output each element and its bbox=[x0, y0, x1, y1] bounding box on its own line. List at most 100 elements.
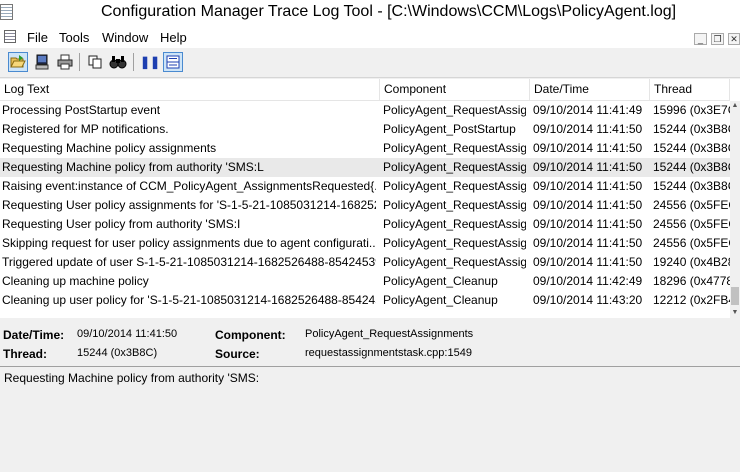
component-cell: PolicyAgent_RequestAssign bbox=[383, 217, 526, 231]
component-cell: PolicyAgent_Cleanup bbox=[383, 274, 498, 288]
log-row[interactable]: Requesting User policy assignments for '… bbox=[0, 196, 730, 215]
minimize-icon[interactable]: _ bbox=[694, 33, 707, 45]
document-menu-icon[interactable] bbox=[4, 30, 16, 43]
source-value: requestassignmentstask.cpp:1549 bbox=[305, 347, 472, 359]
log-row[interactable]: Requesting Machine policy assignments Po… bbox=[0, 139, 730, 158]
datetime-cell: 09/10/2014 11:41:50 bbox=[533, 217, 643, 231]
printer-icon bbox=[57, 54, 73, 70]
title-bar[interactable]: Configuration Manager Trace Log Tool - [… bbox=[0, 0, 740, 26]
datetime-cell: 09/10/2014 11:41:50 bbox=[533, 198, 643, 212]
log-rows: Processing PostStartup event PolicyAgent… bbox=[0, 101, 730, 310]
thread-cell: 15244 (0x3B8C bbox=[653, 122, 730, 136]
menu-help[interactable]: Help bbox=[160, 30, 187, 45]
scroll-thumb[interactable] bbox=[731, 287, 739, 305]
message-pane[interactable]: Requesting Machine policy from authority… bbox=[0, 366, 740, 472]
thread-cell: 24556 (0x5FEC bbox=[653, 198, 730, 212]
log-text-cell: Raising event:instance of CCM_PolicyAgen… bbox=[2, 179, 376, 193]
component-cell: PolicyAgent_RequestAssign bbox=[383, 179, 526, 193]
component-label: Component: bbox=[215, 328, 286, 342]
component-cell: PolicyAgent_RequestAssign bbox=[383, 160, 526, 174]
thread-cell: 15996 (0x3E7C bbox=[653, 103, 730, 117]
log-row[interactable]: Skipping request for user policy assignm… bbox=[0, 234, 730, 253]
scroll-down-icon[interactable]: ▼ bbox=[730, 308, 740, 318]
log-row[interactable]: Processing PostStartup event PolicyAgent… bbox=[0, 101, 730, 120]
copy-icon bbox=[88, 55, 102, 69]
thread-cell: 18296 (0x4778 bbox=[653, 274, 730, 288]
log-list-header: Log Text Component Date/Time Thread bbox=[0, 79, 730, 101]
thread-cell: 15244 (0x3B8C bbox=[653, 179, 730, 193]
thread-cell: 19240 (0x4B28 bbox=[653, 255, 730, 269]
open-folder-icon bbox=[10, 55, 26, 68]
thread-cell: 24556 (0x5FEC bbox=[653, 217, 730, 231]
datetime-cell: 09/10/2014 11:43:20 bbox=[533, 293, 643, 307]
datetime-label: Date/Time: bbox=[3, 328, 65, 342]
log-text-cell: Cleaning up user policy for 'S-1-5-21-10… bbox=[2, 293, 376, 307]
thread-label: Thread: bbox=[3, 347, 48, 361]
log-row-selected[interactable]: Requesting Machine policy from authority… bbox=[0, 158, 730, 177]
computer-icon bbox=[35, 54, 49, 70]
thread-cell: 15244 (0x3B8C bbox=[653, 141, 730, 155]
log-text-cell: Skipping request for user policy assignm… bbox=[2, 236, 376, 250]
component-cell: PolicyAgent_RequestAssign bbox=[383, 141, 526, 155]
find-button[interactable] bbox=[108, 52, 128, 72]
log-text-cell: Registered for MP notifications. bbox=[2, 122, 169, 136]
open-folder-button[interactable] bbox=[8, 52, 28, 72]
details-view-button[interactable] bbox=[163, 52, 183, 72]
window-title: Configuration Manager Trace Log Tool - [… bbox=[101, 3, 677, 20]
log-text-cell: Processing PostStartup event bbox=[2, 103, 161, 117]
menu-window[interactable]: Window bbox=[102, 30, 148, 45]
log-document-icon bbox=[0, 4, 13, 20]
datetime-cell: 09/10/2014 11:41:50 bbox=[533, 179, 643, 193]
thread-value: 15244 (0x3B8C) bbox=[77, 347, 158, 359]
datetime-cell: 09/10/2014 11:41:50 bbox=[533, 236, 643, 250]
column-header-datetime[interactable]: Date/Time bbox=[530, 79, 650, 100]
print-button[interactable] bbox=[55, 52, 75, 72]
column-header-thread[interactable]: Thread bbox=[650, 79, 730, 100]
toolbar: ❚❚ bbox=[0, 48, 740, 78]
log-row[interactable]: Requesting User policy from authority 'S… bbox=[0, 215, 730, 234]
menu-file[interactable]: File bbox=[27, 30, 48, 45]
close-icon[interactable]: ✕ bbox=[728, 33, 740, 45]
component-cell: PolicyAgent_RequestAssign bbox=[383, 255, 526, 269]
log-row[interactable]: Raising event:instance of CCM_PolicyAgen… bbox=[0, 177, 730, 196]
column-header-component[interactable]: Component bbox=[380, 79, 530, 100]
log-text-cell: Triggered update of user S-1-5-21-108503… bbox=[2, 255, 376, 269]
details-pane: Date/Time: 09/10/2014 11:41:50 Component… bbox=[0, 318, 740, 366]
log-row[interactable]: Triggered update of user S-1-5-21-108503… bbox=[0, 253, 730, 272]
component-cell: PolicyAgent_RequestAssign bbox=[383, 198, 526, 212]
log-row[interactable]: Cleaning up machine policy PolicyAgent_C… bbox=[0, 272, 730, 291]
log-text-cell: Cleaning up machine policy bbox=[2, 274, 149, 288]
thread-cell: 15244 (0x3B8C bbox=[653, 160, 730, 174]
datetime-cell: 09/10/2014 11:41:50 bbox=[533, 255, 643, 269]
menu-tools[interactable]: Tools bbox=[59, 30, 89, 45]
datetime-cell: 09/10/2014 11:41:50 bbox=[533, 160, 643, 174]
log-text-cell: Requesting Machine policy assignments bbox=[2, 141, 217, 155]
toolbar-separator bbox=[79, 53, 80, 71]
component-cell: PolicyAgent_RequestAssign bbox=[383, 236, 526, 250]
computer-button[interactable] bbox=[32, 52, 52, 72]
datetime-cell: 09/10/2014 11:41:50 bbox=[533, 141, 643, 155]
pause-button[interactable]: ❚❚ bbox=[140, 52, 160, 72]
vertical-scrollbar[interactable]: ▲ ▼ bbox=[730, 101, 740, 318]
log-list[interactable]: Log Text Component Date/Time Thread Proc… bbox=[0, 79, 740, 318]
component-cell: PolicyAgent_RequestAssign bbox=[383, 103, 526, 117]
restore-icon[interactable]: ❐ bbox=[711, 33, 724, 45]
component-cell: PolicyAgent_PostStartup bbox=[383, 122, 516, 136]
pause-icon: ❚❚ bbox=[139, 55, 161, 69]
details-view-icon bbox=[166, 55, 180, 69]
log-row[interactable]: Cleaning up user policy for 'S-1-5-21-10… bbox=[0, 291, 730, 310]
message-text: Requesting Machine policy from authority… bbox=[4, 371, 260, 385]
log-text-cell: Requesting Machine policy from authority… bbox=[2, 160, 264, 174]
thread-cell: 24556 (0x5FEC bbox=[653, 236, 730, 250]
log-row[interactable]: Registered for MP notifications. PolicyA… bbox=[0, 120, 730, 139]
datetime-cell: 09/10/2014 11:41:50 bbox=[533, 122, 643, 136]
toolbar-separator bbox=[133, 53, 134, 71]
copy-button[interactable] bbox=[85, 52, 105, 72]
datetime-value: 09/10/2014 11:41:50 bbox=[77, 328, 178, 340]
scroll-up-icon[interactable]: ▲ bbox=[730, 101, 740, 111]
column-header-log-text[interactable]: Log Text bbox=[0, 79, 380, 100]
datetime-cell: 09/10/2014 11:41:49 bbox=[533, 103, 643, 117]
find-icon bbox=[109, 56, 127, 69]
log-text-cell: Requesting User policy assignments for '… bbox=[2, 198, 376, 212]
datetime-cell: 09/10/2014 11:42:49 bbox=[533, 274, 643, 288]
